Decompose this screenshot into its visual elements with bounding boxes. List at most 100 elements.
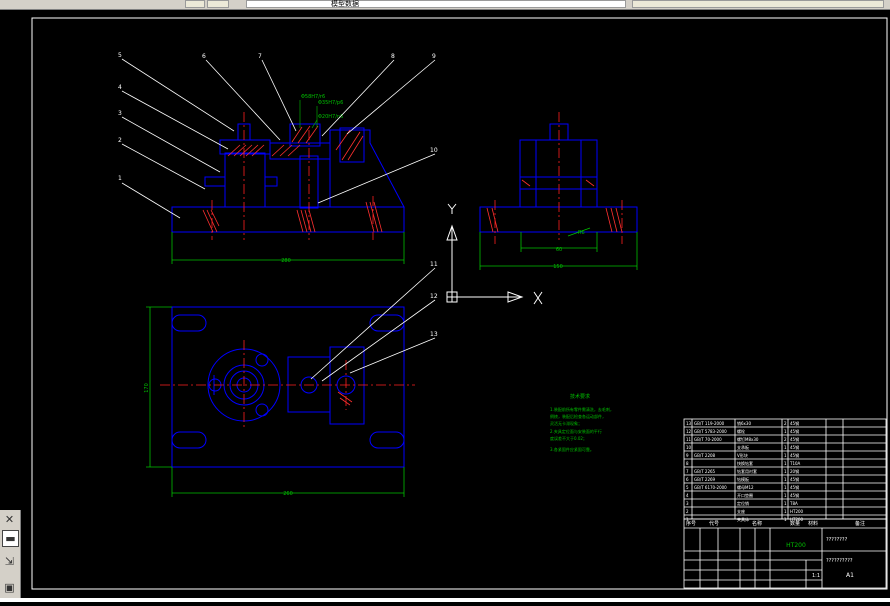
layout-icon[interactable]: ▣ [2,580,17,595]
balloon-13: 13 [430,331,438,338]
parts-cell-name: 螺钉M8x30 [737,436,759,442]
parts-cell-name: 钻套用衬套 [737,468,757,474]
notes-line-1: 1.装配前所有零件需清洗，去毛刺， [550,406,614,412]
top-view [171,306,405,468]
parts-cell-name: 支座 [737,508,745,514]
balloon-6: 6 [202,53,206,60]
fit-labels: Φ58H7/r6 Φ35H7/p6 Φ20H7/n6 [301,94,343,120]
parts-cell-qty: 1 [784,469,787,474]
balloon-7: 7 [258,53,262,60]
notes-line-6: 3.各紧固件应紧固可靠。 [550,446,594,452]
parts-cell-no: 13 [686,421,692,426]
side-hatch [486,179,623,233]
header-no: 序号 [686,520,696,527]
balloon-5: 5 [118,52,122,59]
notes-line-2: 倒棱，装配后检查各运动部件， [550,413,606,419]
balloon-3: 3 [118,110,122,117]
side-centerlines [494,112,623,244]
parts-cell-name: 钻模板 [737,476,749,482]
properties-icon[interactable] [632,0,884,8]
panel-icon[interactable]: ▬ [2,530,19,547]
parts-cell-no: 10 [686,445,692,450]
parts-cell-name: 定位销 [737,500,749,506]
parts-cell-no: 12 [686,429,692,434]
parts-cell-mat: 45钢 [790,452,799,458]
parts-cell-mat: 45钢 [790,444,799,450]
parts-cell-name: 销6x30 [737,420,751,426]
top-centerlines [160,340,415,430]
top-toolbar: 模型数据 [0,0,890,10]
title-block-header: 序号 代号 名称 数量 材料 备注 [686,520,865,527]
header-remark: 备注 [855,520,865,527]
drawing-canvas[interactable]: 280 Φ58H7/r6 Φ35H7/p6 Φ20H7/n6 150 60 R6… [0,10,890,602]
parts-cell-no: 4 [686,493,689,498]
parts-cell-no: 11 [686,437,692,442]
parts-cell-qty: 1 [784,453,787,458]
side-note: R6 [578,230,585,236]
parts-cell-mat: HT200 [790,509,804,514]
parts-cell-name: V形块 [737,452,748,458]
balloon-leaders [121,58,436,382]
notes-line-3: 灵活无卡滞现象； [550,420,582,426]
parts-cell-code: GB/T 70-2000 [694,437,722,442]
notes-line-4: 2.夹具定位面与安装面的平行 [550,428,602,434]
balloon-4: 4 [118,84,122,91]
parts-cell-qty: 1 [784,501,787,506]
notes-line-5: 度误差不大于0.02； [550,435,587,441]
parts-cell-qty: 1 [784,477,787,482]
parts-cell-no: 3 [686,501,689,506]
parts-cell-name: 开口垫圈 [737,492,753,498]
balloon-11: 11 [430,261,438,268]
parts-cell-no: 7 [686,469,689,474]
parts-cell-no: 6 [686,477,689,482]
header-mat: 材料 [808,520,818,527]
parts-cell-qty: 1 [784,429,787,434]
parts-cell-code: GB/T 2208 [694,453,716,458]
fit-label-b: Φ35H7/p6 [318,100,343,106]
header-qty: 数量 [790,520,800,527]
parts-cell-no: 5 [686,485,689,490]
drawing-border [31,17,888,590]
parts-cell-qty: 1 [784,493,787,498]
parts-cell-qty: 1 [784,509,787,514]
parts-cell-mat: 45钢 [790,428,799,434]
top-height-dim: 170 [144,383,150,393]
side-width-dim: 150 [553,264,563,270]
parts-cell-no: 8 [686,461,689,466]
parts-cell-code: GB/T 2269 [694,477,716,482]
parts-cell-mat: T10A [789,461,801,466]
parts-cell-no: 9 [686,453,689,458]
parts-cell-name: 支承板 [737,444,749,450]
header-name: 名称 [752,520,762,527]
layer-icon[interactable] [185,0,205,8]
parts-cell-mat: 45钢 [790,436,799,442]
parts-cell-mat: 20钢 [790,468,799,474]
parts-cell-name: 夹具体 [737,516,749,522]
top-width-dim: 260 [283,491,293,497]
left-panel: ✕ ▬ ⇲ ▣ [0,510,21,602]
parts-cell-mat: 45钢 [790,492,799,498]
parts-cell-mat: T8A [789,501,798,506]
parts-cell-qty: 1 [784,461,787,466]
field-text: 模型数据 [331,0,359,8]
balloon-8: 8 [391,53,395,60]
properties-field[interactable]: 模型数据 [246,0,626,8]
parts-cell-name: 快换钻套 [737,460,753,466]
title-drawing-name: ???????? [826,537,848,543]
side-view [479,123,638,233]
parts-cell-name: 螺母M12 [737,484,754,490]
close-icon[interactable]: ✕ [2,512,17,527]
balloon-12: 12 [430,293,438,300]
parts-cell-code: GB/T 6170-2000 [694,485,727,490]
balloon-labels: 1 2 3 4 5 6 7 8 9 10 11 12 13 [118,52,438,338]
technical-notes: 技术要求 1.装配前所有零件需清洗，去毛刺， 倒棱，装配后检查各运动部件， 灵活… [550,393,614,452]
balloon-10: 10 [430,147,438,154]
parts-cell-qty: 1 [784,485,787,490]
notes-title: 技术要求 [570,393,590,400]
arrow-icon[interactable]: ⇲ [2,554,17,569]
parts-cell-qty: 2 [784,437,787,442]
grid-icon[interactable] [207,0,229,8]
status-strip [0,598,890,602]
parts-cell-mat: 45钢 [790,420,799,426]
parts-cell-qty: 2 [784,421,787,426]
